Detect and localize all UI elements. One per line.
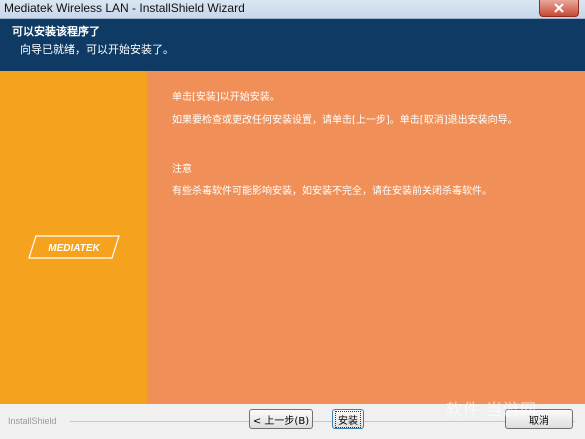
wizard-header: 可以安装该程序了 向导已就绪，可以开始安装了。 (0, 19, 585, 71)
install-button[interactable]: 安装 (332, 409, 364, 429)
instruction-line-2: 如果要检查或更改任何安装设置，请单击[上一步]。单击[取消]退出安装向导。 (172, 115, 518, 126)
logo-text: MEDIATEK (48, 243, 100, 254)
back-button[interactable]: < 上一步(B) (249, 409, 313, 429)
side-banner: MEDIATEK (0, 71, 147, 404)
instruction-line-1: 单击[安装]以开始安装。 (172, 92, 280, 103)
close-icon (554, 3, 564, 13)
footer-divider (70, 421, 575, 422)
main-content: 单击[安装]以开始安装。 如果要检查或更改任何安装设置，请单击[上一步]。单击[… (147, 71, 585, 404)
window-title: Mediatek Wireless LAN - InstallShield Wi… (4, 1, 245, 15)
note-label: 注意 (172, 164, 192, 175)
header-title: 可以安装该程序了 (12, 25, 100, 38)
install-button-label: 安装 (335, 410, 361, 428)
header-subtitle: 向导已就绪，可以开始安装了。 (20, 43, 174, 56)
title-bar[interactable]: Mediatek Wireless LAN - InstallShield Wi… (0, 0, 585, 19)
installshield-brand: InstallShield (8, 416, 57, 426)
mediatek-logo: MEDIATEK (28, 235, 120, 259)
watermark: 软件 当游网 (446, 400, 538, 419)
installer-window: Mediatek Wireless LAN - InstallShield Wi… (0, 0, 585, 439)
close-button[interactable] (539, 0, 579, 17)
note-text: 有些杀毒软件可能影响安装，如安装不完全，请在安装前关闭杀毒软件。 (172, 186, 492, 197)
